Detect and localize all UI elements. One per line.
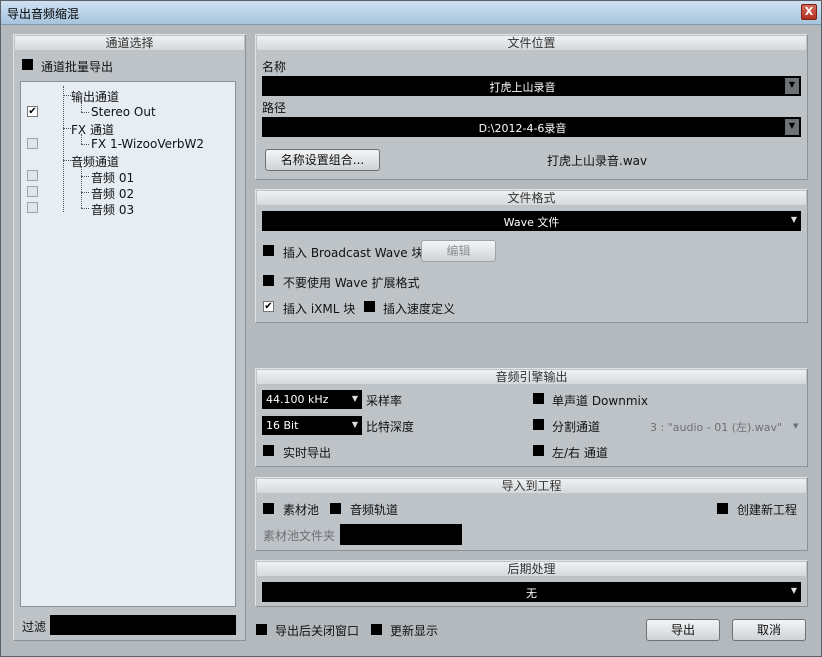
batch-export-label: 通道批量导出 [41,60,114,74]
path-field[interactable]: D:\2012-4-6录音 ▼ [262,117,801,137]
cancel-button[interactable]: 取消 [732,619,806,641]
sample-rate-label: 采样率 [366,394,403,408]
bit-depth-select[interactable]: 16 Bit ▼ [262,416,362,435]
insert-tempo-checkbox[interactable] [364,301,375,312]
filter-label: 过滤 [22,620,47,634]
file-format-header: 文件格式 [257,191,806,205]
pool-label: 素材池 [283,503,320,517]
post-process-select[interactable]: 无 ▼ [262,582,801,602]
path-label: 路径 [262,101,287,115]
channel-selection-header: 通道选择 [15,36,244,50]
export-audio-mixdown-window: 导出音频缩混 X 通道选择 通道批量导出 输出通道 ✔ Stereo Out F… [0,0,822,657]
post-process-header: 后期处理 [257,562,806,576]
tree-group-fx[interactable]: FX 通道 [71,121,114,138]
path-dropdown-icon[interactable]: ▼ [785,119,799,135]
filter-input[interactable] [50,615,236,635]
realtime-export-label: 实时导出 [283,446,332,460]
split-channels-dropdown-icon[interactable]: ▼ [793,422,798,430]
no-wave-ext-label: 不要使用 Wave 扩展格式 [283,276,420,290]
new-project-checkbox[interactable] [717,503,728,514]
bit-depth-dropdown-icon: ▼ [351,420,358,429]
bit-depth-value: 16 Bit [266,419,299,432]
tree-item-audio-03[interactable]: 音频 03 [91,201,134,218]
mono-downmix-checkbox[interactable] [533,393,544,404]
import-project-header: 导入到工程 [257,479,806,493]
checkbox-stereo-out[interactable]: ✔ [27,106,38,117]
split-channels-label: 分割通道 [552,420,601,434]
audio-track-checkbox[interactable] [330,503,341,514]
tree-item-audio-01[interactable]: 音频 01 [91,169,134,186]
tree-item-fx1[interactable]: FX 1-WizooVerbW2 [91,137,204,151]
lr-channels-checkbox[interactable] [533,445,544,456]
file-format-dropdown-icon: ▼ [790,215,797,224]
file-format-select[interactable]: Wave 文件 ▼ [262,211,801,231]
insert-broadcast-label: 插入 Broadcast Wave 块 [283,246,424,260]
insert-ixml-label: 插入 iXML 块 [283,302,356,316]
update-display-label: 更新显示 [390,624,439,638]
sample-rate-dropdown-icon: ▼ [351,394,358,403]
pool-folder-input[interactable] [340,524,462,545]
sample-rate-value: 44.100 kHz [266,393,329,406]
close-after-export-checkbox[interactable] [256,624,267,635]
checkbox-audio-01[interactable] [27,170,38,181]
batch-export-checkbox[interactable] [22,59,33,70]
channel-tree: 输出通道 ✔ Stereo Out FX 通道 FX 1-WizooVerbW2… [20,81,236,607]
name-label: 名称 [262,60,287,74]
window-title: 导出音频缩混 [7,7,80,21]
name-dropdown-icon[interactable]: ▼ [785,78,799,94]
insert-broadcast-checkbox[interactable] [263,245,274,256]
close-icon[interactable]: X [801,4,817,20]
file-format-value: Wave 文件 [503,216,560,229]
realtime-export-checkbox[interactable] [263,445,274,456]
checkbox-audio-03[interactable] [27,202,38,213]
tree-group-audio[interactable]: 音频通道 [71,153,119,170]
audio-track-label: 音频轨道 [350,503,399,517]
split-channels-value[interactable]: 3 : "audio - 01 (左).wav" [650,419,782,435]
pool-folder-label: 素材池文件夹 [263,529,336,543]
post-process-value: 无 [526,587,537,600]
bit-depth-label: 比特深度 [366,420,415,434]
checkbox-audio-02[interactable] [27,186,38,197]
filename-preview: 打虎上山录音.wav [547,154,648,168]
update-display-checkbox[interactable] [371,624,382,635]
sample-rate-select[interactable]: 44.100 kHz ▼ [262,390,362,409]
engine-output-header: 音频引擎输出 [257,370,806,384]
lr-channels-label: 左/右 通道 [552,446,608,460]
no-wave-ext-checkbox[interactable] [263,275,274,286]
mono-downmix-label: 单声道 Downmix [552,394,648,408]
checkbox-fx1[interactable] [27,138,38,149]
title-bar[interactable]: 导出音频缩混 X [1,1,821,25]
name-value: 打虎上山录音 [489,81,556,94]
name-field[interactable]: 打虎上山录音 ▼ [262,76,801,96]
insert-ixml-checkbox[interactable]: ✔ [263,301,274,312]
insert-tempo-label: 插入速度定义 [383,302,456,316]
tree-item-audio-02[interactable]: 音频 02 [91,185,134,202]
close-after-export-label: 导出后关闭窗口 [275,624,360,638]
naming-scheme-button[interactable]: 名称设置组合... [265,149,380,171]
post-process-dropdown-icon: ▼ [790,586,797,595]
tree-group-output[interactable]: 输出通道 [71,88,119,105]
file-location-header: 文件位置 [257,36,806,50]
path-value: D:\2012-4-6录音 [478,122,567,135]
tree-item-stereo-out[interactable]: Stereo Out [91,105,156,119]
import-project-panel: 导入到工程 [255,477,808,551]
export-button[interactable]: 导出 [646,619,720,641]
pool-checkbox[interactable] [263,503,274,514]
edit-button[interactable]: 编辑 [421,240,496,262]
split-channels-checkbox[interactable] [533,419,544,430]
new-project-label: 创建新工程 [737,503,798,517]
